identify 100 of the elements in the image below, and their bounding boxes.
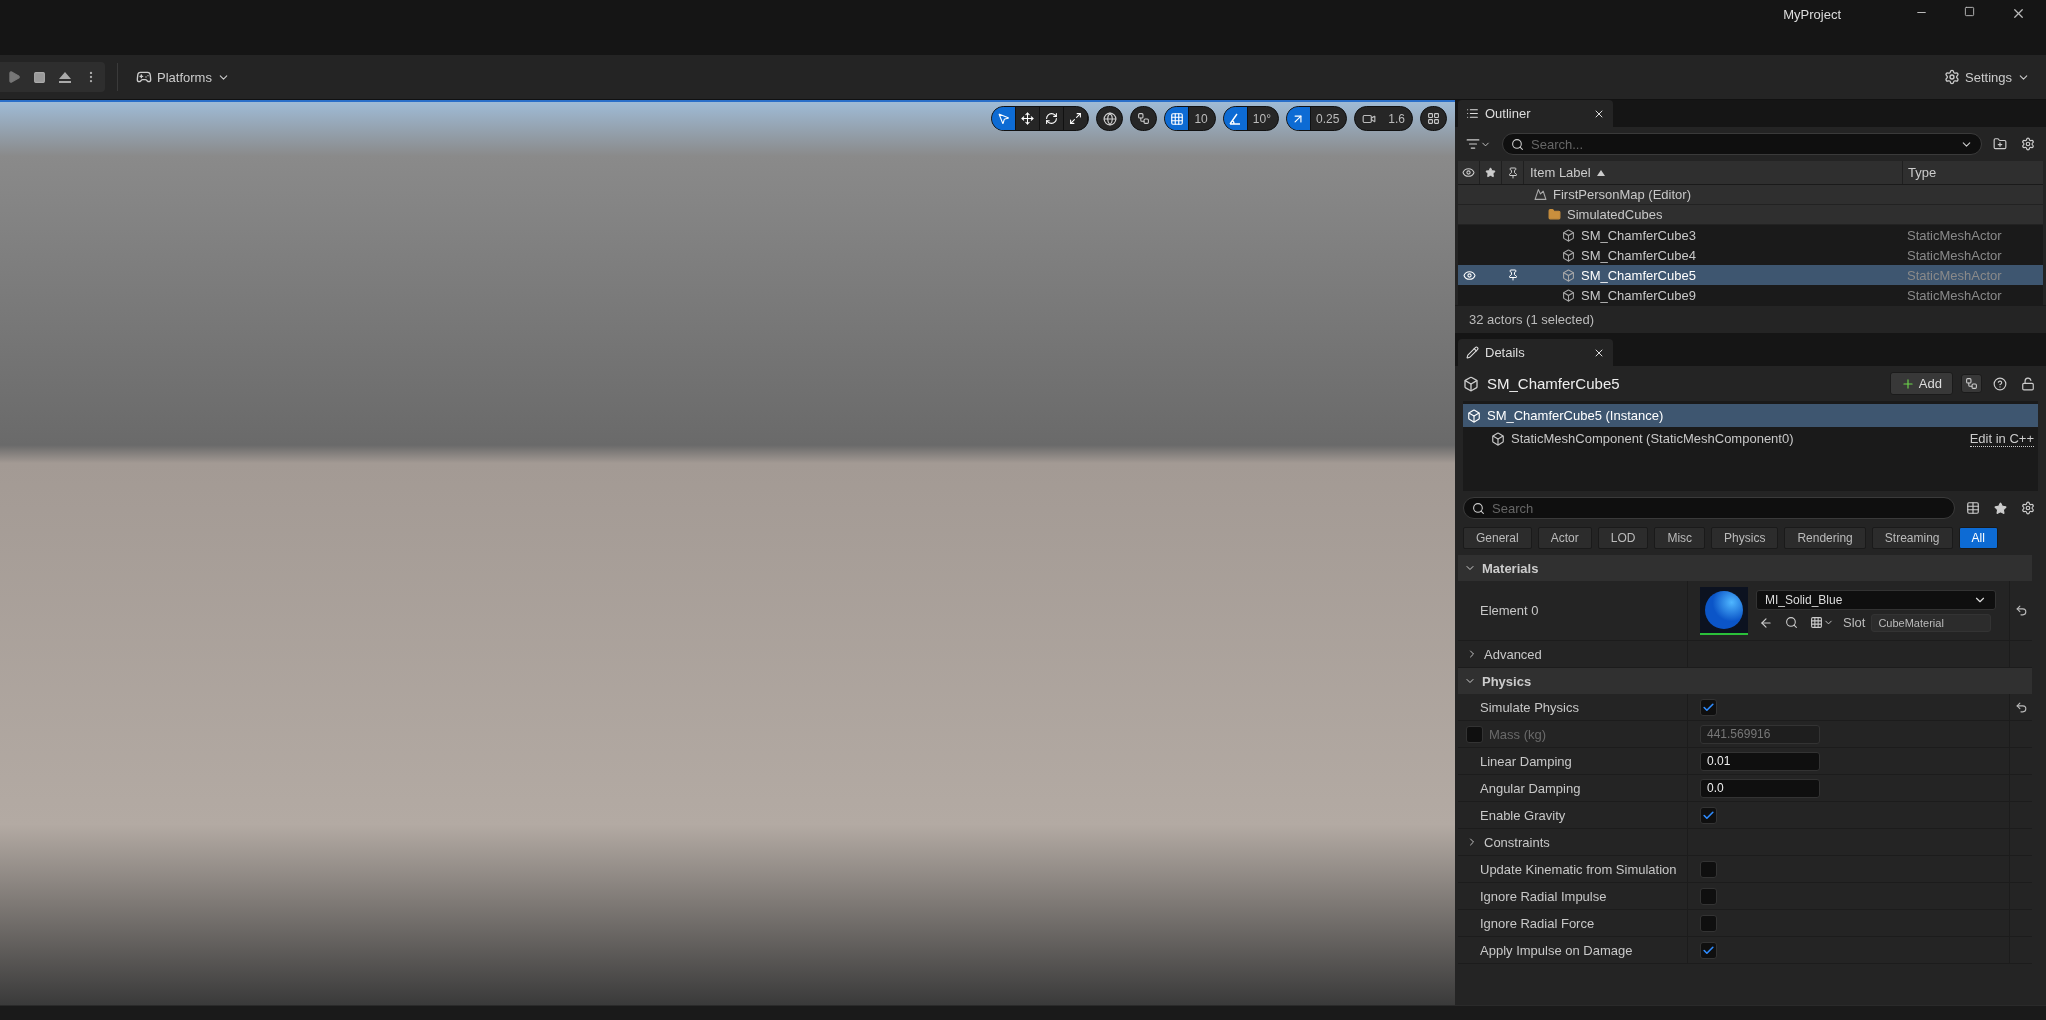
- restore-icon: [1964, 6, 1975, 17]
- cube-icon: [1562, 268, 1575, 282]
- cube-icon: [1562, 248, 1575, 262]
- outliner-row[interactable]: SimulatedCubes: [1458, 205, 2043, 225]
- number-field[interactable]: 0.01: [1700, 751, 1820, 771]
- filter-tab[interactable]: Actor: [1537, 527, 1592, 549]
- number-field[interactable]: 0.0: [1700, 778, 1820, 798]
- platforms-button[interactable]: Platforms: [130, 65, 236, 89]
- filter-tab[interactable]: Misc: [1654, 527, 1706, 549]
- item-label: SimulatedCubes: [1567, 207, 1663, 222]
- snap-toggle[interactable]: [1165, 107, 1190, 130]
- transform-tool[interactable]: [992, 107, 1017, 130]
- search-icon: [1785, 616, 1798, 629]
- pin-icon: [1506, 166, 1519, 179]
- column-header[interactable]: Item Label: [1524, 161, 1903, 184]
- group-label: Constraints: [1484, 834, 1550, 850]
- item-label: SM_ChamferCube3: [1581, 227, 1696, 243]
- checkbox[interactable]: [1700, 860, 1717, 878]
- category-header[interactable]: Materials: [1458, 555, 2032, 581]
- filter-icon: [1466, 137, 1480, 151]
- edit-link[interactable]: Edit in C++: [1969, 430, 2034, 447]
- filter-tab[interactable]: Streaming: [1871, 527, 1953, 549]
- cube-icon: [1467, 408, 1481, 423]
- snap-value: 10°: [1251, 111, 1272, 126]
- reset-icon[interactable]: [2014, 700, 2028, 714]
- visibility-icon: [1462, 166, 1475, 179]
- category-title: Materials: [1482, 560, 1539, 576]
- check-icon: [1702, 808, 1715, 822]
- property-label: Apply Impulse on Damage: [1480, 942, 1633, 958]
- blueprint-button[interactable]: [1961, 374, 1982, 393]
- material-dropdown[interactable]: MI_Solid_Blue: [1756, 589, 1996, 610]
- list-icon: [1466, 107, 1479, 120]
- grid-icon: [1169, 111, 1184, 126]
- details-tab[interactable]: Details: [1458, 339, 1613, 366]
- cube-icon: [1491, 431, 1505, 446]
- add-button[interactable]: Add: [1889, 372, 1953, 395]
- eject-icon: [58, 70, 72, 84]
- slot-label: Slot: [1843, 615, 1866, 630]
- component-row[interactable]: StaticMeshComponent (StaticMeshComponent0) Edit in C++: [1463, 427, 2038, 450]
- outliner-row[interactable]: FirstPersonMap (Editor): [1458, 185, 2043, 205]
- globe-icon: [1102, 111, 1117, 126]
- item-type: StaticMeshActor: [1906, 247, 2003, 263]
- cube-icon: [1562, 228, 1575, 242]
- outliner-row[interactable]: SM_ChamferCube5 StaticMeshActor: [1458, 265, 2043, 285]
- grid-icon: [1810, 616, 1823, 629]
- checkbox[interactable]: [1700, 698, 1717, 716]
- move-icon: [1021, 112, 1035, 125]
- category-header[interactable]: Physics: [1458, 668, 2032, 694]
- item-type: StaticMeshActor: [1906, 227, 2003, 243]
- item-type: StaticMeshActor: [1906, 287, 2003, 303]
- rotate-icon: [1045, 112, 1059, 125]
- checkbox[interactable]: [1700, 941, 1717, 959]
- slot-field[interactable]: CubeMaterial: [1871, 613, 1992, 632]
- cube-icon: [1463, 375, 1479, 392]
- table-icon: [1966, 501, 1980, 515]
- plus-icon: [1900, 376, 1915, 391]
- folder-plus-icon: [1993, 137, 2007, 151]
- folder-icon: [1548, 208, 1561, 221]
- play-icon: [7, 70, 21, 84]
- sort-icon: [1596, 169, 1605, 176]
- filter-tab[interactable]: All: [1958, 527, 1998, 549]
- filter-tab[interactable]: General: [1463, 527, 1532, 549]
- filter-tab[interactable]: Rendering: [1784, 527, 1866, 549]
- checkbox[interactable]: [1700, 914, 1717, 932]
- settings-icon: [1944, 69, 1960, 85]
- snap-toggle[interactable]: [1223, 107, 1248, 130]
- property-label: Simulate Physics: [1480, 699, 1579, 715]
- visibility-icon[interactable]: [1462, 268, 1476, 282]
- checkbox[interactable]: [1700, 806, 1717, 824]
- pencil-icon: [1466, 346, 1479, 359]
- snap-control[interactable]: 10: [1164, 106, 1216, 131]
- property-label: Ignore Radial Impulse: [1480, 888, 1607, 904]
- settings-icon: [2021, 137, 2035, 151]
- item-type: StaticMeshActor: [1906, 267, 2003, 283]
- component-row[interactable]: SM_ChamferCube5 (Instance): [1463, 404, 2038, 427]
- pin-icon[interactable]: [1507, 269, 1519, 281]
- settings-button[interactable]: Settings: [1938, 65, 2036, 89]
- window-title: MyProject: [1783, 7, 1841, 22]
- property-label: Enable Gravity: [1480, 807, 1566, 823]
- star-icon: [1485, 167, 1496, 178]
- filter-tab[interactable]: LOD: [1597, 527, 1649, 549]
- check-icon: [1702, 943, 1715, 957]
- search-field[interactable]: Search: [1463, 497, 1955, 519]
- column-header[interactable]: Type: [1903, 161, 2043, 184]
- snap-control[interactable]: 0.25: [1285, 106, 1348, 131]
- item-label: SM_ChamferCube9: [1581, 287, 1696, 303]
- property-label: Mass (kg): [1489, 726, 1547, 742]
- star-icon: [1994, 501, 2007, 515]
- gamepad-icon: [136, 69, 152, 85]
- help-icon: [1993, 376, 2007, 391]
- snap-value: 0.25: [1314, 111, 1341, 126]
- checkbox[interactable]: [1700, 887, 1717, 905]
- snap-toggle[interactable]: [1286, 107, 1311, 130]
- close-icon: [2011, 6, 2026, 21]
- reset-icon[interactable]: [2014, 604, 2028, 617]
- stop-icon: [33, 70, 46, 84]
- filter-tab[interactable]: Physics: [1711, 527, 1779, 549]
- outliner-tab[interactable]: Outliner: [1458, 100, 1613, 127]
- search-field[interactable]: Search...: [1502, 133, 1982, 155]
- item-label: SM_ChamferCube5: [1581, 267, 1696, 283]
